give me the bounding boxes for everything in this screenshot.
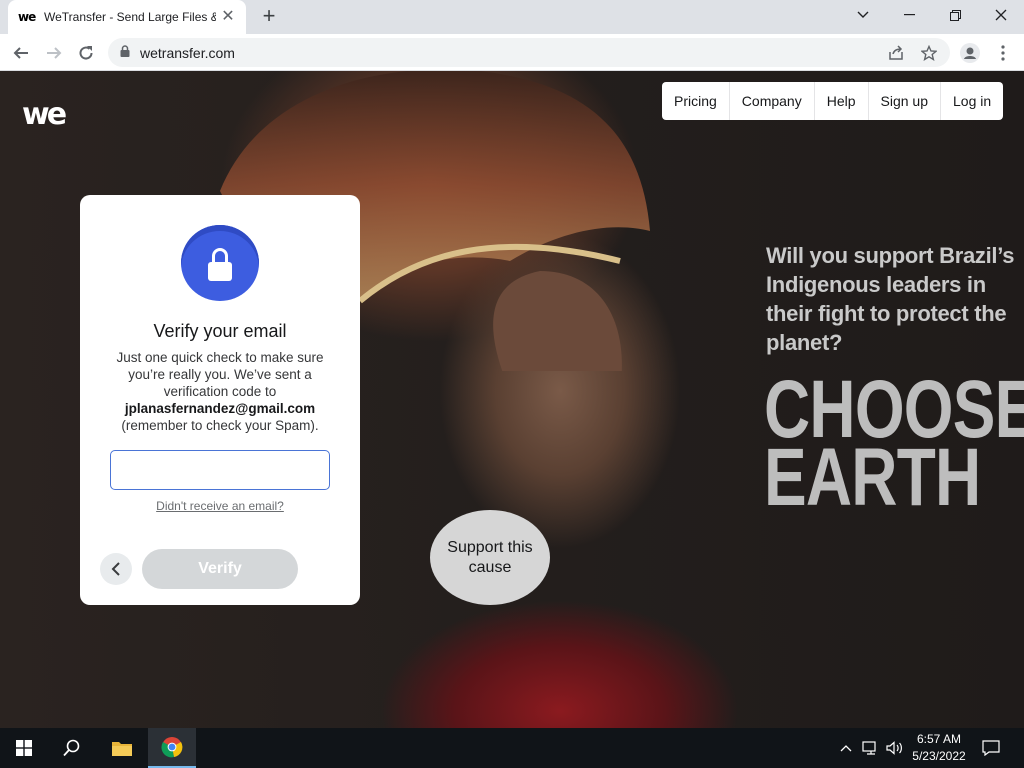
recipient-email: jplanasfernandez@gmail.com (124, 401, 316, 416)
nav-sign-up[interactable]: Sign up (869, 82, 941, 120)
nav-pricing[interactable]: Pricing (662, 82, 730, 120)
nav-help[interactable]: Help (815, 82, 869, 120)
close-window-button[interactable] (978, 0, 1024, 30)
bookmark-star-icon[interactable] (918, 44, 940, 62)
chevron-left-icon (111, 562, 120, 576)
browser-menu-icon[interactable] (990, 40, 1016, 66)
address-bar[interactable]: wetransfer.com (108, 38, 950, 67)
windows-taskbar: 6:57 AM 5/23/2022 (0, 728, 1024, 768)
tab-search-icon[interactable] (840, 0, 886, 30)
promo-question: Will you support Brazil’s Indigenous lea… (766, 243, 1015, 355)
tab-title: WeTransfer - Send Large Files & (44, 10, 216, 24)
instructions-text: Just one quick check to make sure you’re… (116, 350, 324, 399)
taskbar-search-icon[interactable] (48, 728, 96, 768)
forward-arrow-icon[interactable] (41, 40, 67, 66)
restore-button[interactable] (932, 0, 978, 30)
clock-time: 6:57 AM (916, 732, 962, 746)
top-navigation: Pricing Company Help Sign up Log in (662, 82, 1004, 120)
promo-headline: CHOOSE EARTH (764, 369, 1024, 519)
new-tab-button[interactable]: + (258, 5, 280, 28)
verification-code-input[interactable] (110, 450, 330, 490)
page-content: we Pricing Company Help Sign up Log in V… (0, 71, 1024, 728)
verify-button[interactable]: Verify (142, 549, 298, 589)
notifications-icon[interactable] (982, 728, 1000, 768)
resend-email-link[interactable]: Didn't receive an email? (80, 499, 360, 513)
share-icon[interactable] (885, 44, 907, 62)
reload-icon[interactable] (73, 40, 99, 66)
clock-date: 5/23/2022 (912, 749, 966, 763)
back-arrow-icon[interactable] (8, 40, 34, 66)
file-explorer-icon[interactable] (98, 728, 146, 768)
url-text: wetransfer.com (140, 44, 235, 61)
taskbar-clock[interactable]: 6:57 AM 5/23/2022 (900, 731, 978, 765)
minimize-button[interactable] (886, 0, 932, 30)
nav-company[interactable]: Company (730, 82, 815, 120)
spam-reminder: (remember to check your Spam). (121, 418, 319, 433)
verify-email-card: Verify your email Just one quick check t… (80, 195, 360, 605)
support-cause-button[interactable]: Support this cause (430, 510, 550, 605)
lock-icon[interactable] (120, 44, 130, 62)
back-button[interactable] (100, 553, 132, 585)
verify-title: Verify your email (153, 321, 287, 341)
profile-avatar-icon[interactable] (957, 40, 983, 66)
chrome-taskbar-icon[interactable] (148, 728, 196, 768)
tab-close-icon[interactable]: ✕ (220, 9, 236, 25)
browser-tab[interactable]: we WeTransfer - Send Large Files & ✕ (8, 0, 246, 34)
browser-tab-strip: we WeTransfer - Send Large Files & ✕ + (0, 0, 1024, 34)
wetransfer-favicon-icon: we (18, 10, 36, 24)
network-icon[interactable] (862, 728, 880, 768)
nav-log-in[interactable]: Log in (941, 82, 1003, 120)
padlock-icon (181, 225, 259, 301)
show-hidden-icons-chevron-icon[interactable] (840, 728, 852, 768)
browser-toolbar: wetransfer.com (0, 34, 1024, 71)
wetransfer-logo[interactable]: we (22, 97, 67, 132)
windows-start-icon[interactable] (0, 728, 48, 768)
verify-instructions: Just one quick check to make sure you’re… (100, 349, 340, 434)
